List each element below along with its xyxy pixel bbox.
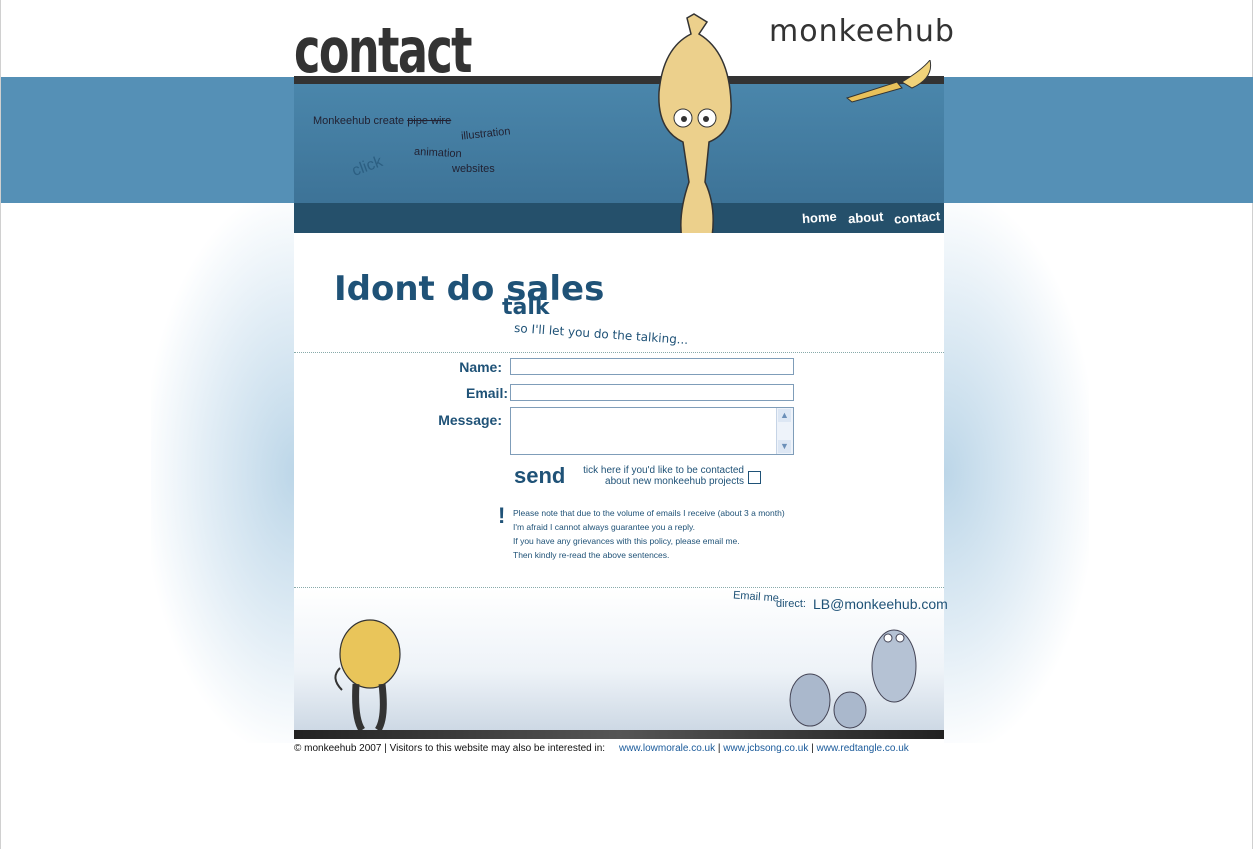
subscribe-checkbox[interactable] — [748, 471, 761, 484]
notice-line: I'm afraid I cannot always guarantee you… — [513, 522, 695, 532]
subscribe-label: tick here if you'd like to be contacted … — [574, 465, 744, 487]
tagline: Monkeehub create pipe wire — [313, 115, 451, 127]
nav-contact[interactable]: contact — [894, 208, 941, 226]
nav-about[interactable]: about — [848, 209, 884, 226]
headline-talk: talk — [502, 295, 550, 320]
notice-line: If you have any grievances with this pol… — [513, 536, 740, 546]
tag-illustration: illustration — [460, 125, 512, 143]
tagline-prefix: Monkeehub create — [313, 115, 405, 127]
footer-bar — [294, 730, 944, 739]
link-jcbsong[interactable]: www.jcbsong.co.uk — [723, 743, 808, 754]
message-label: Message: — [438, 412, 502, 428]
monkey-mascot-icon — [658, 13, 732, 259]
notice-line: Please note that due to the volume of em… — [513, 508, 785, 518]
link-separator: | — [717, 743, 721, 754]
message-scrollbar[interactable]: ▲ ▼ — [776, 408, 793, 454]
notice-exclamation: ! — [498, 503, 506, 528]
scroll-up-icon[interactable]: ▲ — [778, 409, 791, 422]
tagline-struck: pipe wire — [407, 115, 452, 127]
subscribe-line-2: about new monkeehub projects — [605, 476, 744, 487]
section-divider — [294, 352, 944, 353]
nav-bar: home about contact — [294, 203, 944, 233]
message-textarea[interactable]: ▲ ▼ — [510, 407, 794, 455]
footer-illustration-area: Email me direct: LB@monkeehub.com — [294, 588, 948, 738]
subline: so I'll let you do the talking... — [513, 320, 689, 348]
name-label: Name: — [459, 359, 502, 375]
right-sketch-background — [944, 203, 1089, 743]
link-separator: | — [811, 743, 814, 754]
tag-animation: animation — [413, 145, 462, 161]
tag-websites: websites — [452, 163, 495, 175]
copyright-text: © monkeehub 2007 | Visitors to this webs… — [294, 743, 606, 754]
notice-text: Please note that due to the volume of em… — [513, 506, 785, 562]
scroll-down-icon[interactable]: ▼ — [778, 440, 791, 453]
nav-home[interactable]: home — [802, 209, 838, 226]
email-me-label: Email me — [732, 589, 780, 605]
banner: Monkeehub create pipe wire illustration … — [294, 60, 944, 203]
pencil-banana-icon — [845, 60, 932, 103]
page-frame: contact monkeehub Monkeehub create pipe … — [294, 0, 954, 740]
link-lowmorale[interactable]: www.lowmorale.co.uk — [619, 743, 715, 754]
subscribe-line-1: tick here if you'd like to be contacted — [583, 465, 744, 476]
notice-line: Then kindly re-read the above sentences. — [513, 550, 670, 560]
monkeehub-logo[interactable]: monkeehub — [769, 14, 955, 49]
yellow-monkey-icon — [334, 619, 401, 732]
link-redtangle[interactable]: www.redtangle.co.uk — [817, 743, 909, 754]
email-label: Email: — [465, 385, 508, 401]
blue-creatures-icon — [789, 629, 917, 729]
click-scribble: click — [349, 153, 385, 180]
name-input[interactable] — [510, 358, 794, 375]
email-input[interactable] — [510, 384, 794, 401]
email-address-link[interactable]: LB@monkeehub.com — [813, 596, 948, 612]
email-direct-label: direct: — [776, 598, 806, 610]
copyright-line: © monkeehub 2007 | Visitors to this webs… — [294, 743, 909, 754]
headline: Idont do sales — [334, 269, 605, 309]
left-sketch-background — [151, 203, 296, 743]
send-button[interactable]: send — [514, 463, 565, 489]
